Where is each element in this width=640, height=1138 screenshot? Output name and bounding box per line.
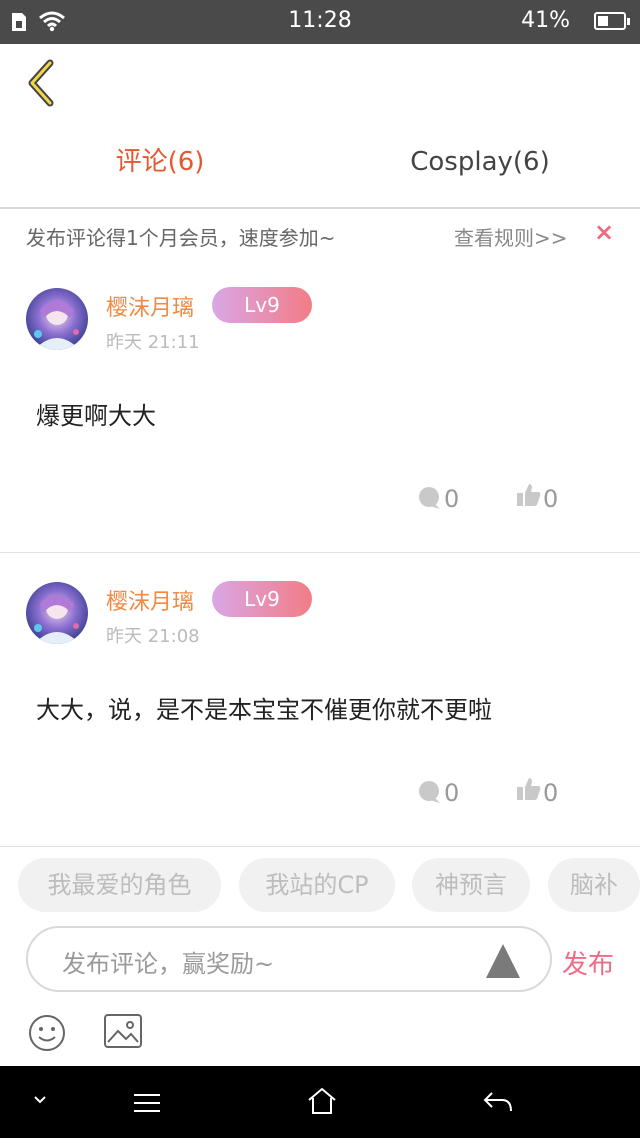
comment-icon[interactable] bbox=[418, 780, 442, 804]
battery-icon bbox=[594, 12, 630, 30]
home-icon[interactable] bbox=[306, 1086, 338, 1116]
avatar[interactable] bbox=[26, 582, 88, 644]
system-nav-bar bbox=[0, 1066, 640, 1138]
menu-icon[interactable] bbox=[132, 1092, 162, 1114]
comment-text: 爆更啊大大 bbox=[36, 402, 156, 430]
comment-icon[interactable] bbox=[418, 486, 442, 510]
comment-time: 昨天 21:08 bbox=[106, 626, 200, 647]
back-icon[interactable] bbox=[482, 1090, 514, 1114]
comment-username[interactable]: 樱沫月璃 bbox=[106, 290, 194, 322]
topic-chip[interactable]: 我最爱的角色 bbox=[18, 858, 221, 912]
comment-input[interactable]: 发布评论，赢奖励~ bbox=[26, 926, 552, 992]
like-count: 0 bbox=[543, 485, 559, 513]
thumb-up-icon[interactable] bbox=[516, 776, 542, 802]
like-count: 0 bbox=[543, 779, 559, 807]
tab-divider bbox=[0, 207, 640, 209]
back-chevron-icon[interactable] bbox=[22, 58, 62, 108]
comment-input-placeholder: 发布评论，赢奖励~ bbox=[62, 950, 275, 978]
chevron-down-icon[interactable] bbox=[32, 1094, 48, 1106]
publish-button[interactable]: 发布 bbox=[562, 944, 614, 981]
tab-comments[interactable]: 评论(6) bbox=[80, 140, 240, 184]
comment-divider bbox=[0, 552, 640, 553]
promo-notice: 发布评论得1个月会员，速度参加~ bbox=[26, 226, 336, 250]
level-badge: Lv9 bbox=[212, 581, 312, 617]
topic-chip[interactable]: 脑补 bbox=[548, 858, 640, 912]
topic-chip[interactable]: 神预言 bbox=[412, 858, 530, 912]
comment-time: 昨天 21:11 bbox=[106, 332, 200, 353]
battery-percent: 41% bbox=[521, 8, 570, 33]
avatar[interactable] bbox=[26, 288, 88, 350]
reply-count: 0 bbox=[444, 485, 460, 513]
image-icon[interactable] bbox=[104, 1014, 142, 1048]
view-rules-link[interactable]: 查看规则>> bbox=[454, 222, 568, 251]
reply-count: 0 bbox=[444, 779, 460, 807]
tab-cosplay[interactable]: Cosplay(6) bbox=[390, 140, 570, 184]
close-notice-button[interactable]: × bbox=[594, 218, 614, 246]
status-bar: 11:28 41% bbox=[0, 0, 640, 44]
topic-chip[interactable]: 我站的CP bbox=[239, 858, 395, 912]
comment-username[interactable]: 樱沫月璃 bbox=[106, 584, 194, 616]
avatar-image bbox=[26, 288, 88, 350]
emoji-icon[interactable] bbox=[28, 1014, 66, 1052]
send-triangle-icon[interactable] bbox=[486, 944, 520, 978]
comment-text: 大大，说，是不是本宝宝不催更你就不更啦 bbox=[36, 696, 492, 724]
thumb-up-icon[interactable] bbox=[516, 482, 542, 508]
avatar-image bbox=[26, 582, 88, 644]
comment-divider bbox=[0, 846, 640, 847]
level-badge: Lv9 bbox=[212, 287, 312, 323]
